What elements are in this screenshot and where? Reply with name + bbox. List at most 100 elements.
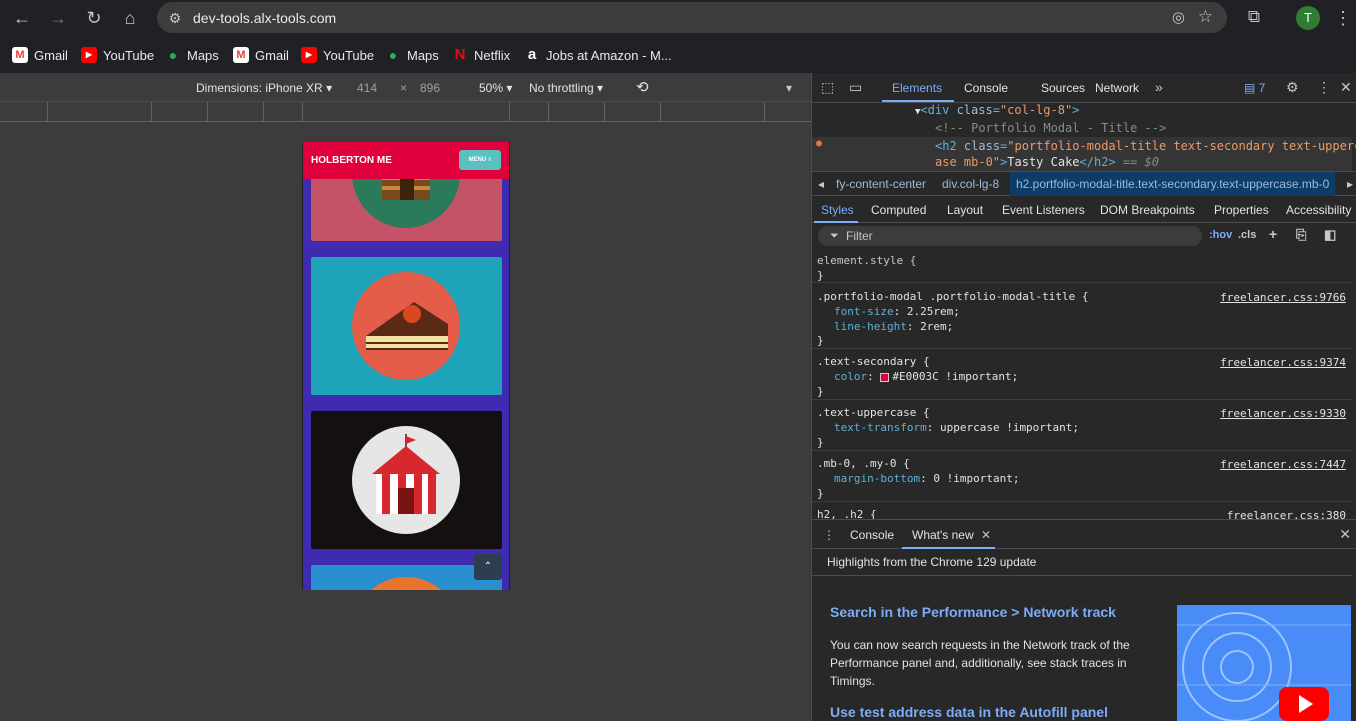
rendering-emulation-icon[interactable]: ⎘: [1296, 227, 1306, 243]
bookmark-maps[interactable]: ● Maps: [165, 46, 219, 64]
rule-mb-0[interactable]: .mb-0, .my-0 { freelancer.css:7447 margi…: [812, 452, 1352, 502]
bookmark-amazon-jobs[interactable]: a Jobs at Amazon - M...: [524, 46, 672, 64]
tab-properties[interactable]: Properties: [1214, 203, 1269, 217]
address-bar[interactable]: ⚙ dev-tools.alx-tools.com ◎ ☆: [157, 2, 1227, 33]
zoom-select[interactable]: 50% ▾: [479, 81, 512, 95]
tab-network[interactable]: Network: [1095, 81, 1139, 95]
styles-filter-input[interactable]: ⏷ Filter: [818, 226, 1202, 246]
tab-console[interactable]: Console: [964, 81, 1008, 95]
menu-button[interactable]: MENU ≡: [459, 150, 501, 170]
css-property[interactable]: margin-bottom: 0 !important;: [834, 472, 1019, 485]
rule-source-link[interactable]: freelancer.css:9374: [1220, 356, 1346, 369]
bookmark-gmail[interactable]: M Gmail: [233, 46, 289, 64]
whats-new-item-title[interactable]: Search in the Performance > Network trac…: [830, 604, 1116, 620]
breadcrumb-item[interactable]: fy-content-center: [836, 177, 926, 191]
tab-computed[interactable]: Computed: [871, 203, 926, 217]
bookmark-star-icon[interactable]: ☆: [1198, 7, 1213, 27]
css-property[interactable]: text-transform: uppercase !important;: [834, 421, 1079, 434]
active-tab-indicator: [882, 100, 954, 102]
bookmarks-bar: M Gmail ▶ YouTube ● Maps M Gmail ▶ YouTube ● M…: [0, 35, 1356, 73]
inspect-element-icon[interactable]: ⬚: [821, 79, 834, 96]
drawer-menu-icon[interactable]: ⋮: [823, 528, 835, 542]
breadcrumb-scroll-left-icon[interactable]: ◂: [818, 177, 824, 191]
tab-sources[interactable]: Sources: [1041, 81, 1085, 95]
site-info-icon[interactable]: ⚙: [165, 8, 185, 28]
scroll-to-top-button[interactable]: ⌃: [474, 554, 502, 580]
rule-h2[interactable]: h2, .h2 { freelancer.css:380: [812, 503, 1352, 519]
tab-elements[interactable]: Elements: [892, 81, 942, 95]
close-tab-icon[interactable]: ✕: [981, 528, 991, 542]
dom-node-h2[interactable]: <h2 class="portfolio-modal-title text-se…: [935, 139, 1356, 153]
devtools-menu-icon[interactable]: ⋮: [1317, 79, 1331, 96]
dom-tree: ▼<div class="col-lg-8"> <!-- Portfolio M…: [812, 103, 1356, 171]
breadcrumb-scroll-right-icon[interactable]: ▸: [1347, 177, 1353, 191]
url-text[interactable]: dev-tools.alx-tools.com: [193, 10, 336, 26]
forward-icon[interactable]: →: [46, 6, 70, 30]
device-height-input[interactable]: 896: [420, 81, 440, 95]
bookmark-gmail[interactable]: M Gmail: [12, 46, 68, 64]
devtools-close-icon[interactable]: ✕: [1340, 79, 1352, 96]
dom-comment[interactable]: <!-- Portfolio Modal - Title -->: [935, 121, 1166, 135]
tab-layout[interactable]: Layout: [947, 203, 983, 217]
css-property[interactable]: color: #E0003C !important;: [834, 370, 1018, 383]
new-rule-icon[interactable]: +: [1269, 226, 1277, 242]
toggle-sidebar-icon[interactable]: ◧: [1324, 227, 1336, 243]
cls-toggle[interactable]: .cls: [1238, 229, 1256, 241]
tab-dom-breakpoints[interactable]: DOM Breakpoints: [1100, 203, 1195, 217]
whats-new-item-title[interactable]: Use test address data in the Autofill pa…: [830, 704, 1108, 720]
brand-logo[interactable]: HOLBERTON ME: [311, 155, 392, 166]
rule-source-link[interactable]: freelancer.css:9330: [1220, 407, 1346, 420]
divider: [812, 575, 1352, 576]
device-dimensions-select[interactable]: Dimensions: iPhone XR ▾: [196, 81, 332, 95]
device-toolbar-more-icon[interactable]: ▾: [786, 81, 792, 95]
throttling-select[interactable]: No throttling ▾: [529, 81, 603, 95]
bookmark-maps[interactable]: ● Maps: [385, 46, 439, 64]
device-width-input[interactable]: 414: [357, 81, 377, 95]
extensions-icon[interactable]: ⧉: [1243, 6, 1265, 28]
css-property[interactable]: font-size: 2.25rem;: [834, 305, 960, 318]
dom-node-h2-cont[interactable]: ase mb-0">Tasty Cake</h2> == $0: [935, 155, 1159, 169]
dom-node-div[interactable]: ▼<div class="col-lg-8">: [915, 103, 1079, 117]
rule-source-link[interactable]: freelancer.css:380: [1227, 509, 1346, 519]
issues-badge[interactable]: ▤ 7: [1244, 81, 1265, 95]
reload-icon[interactable]: ↻: [82, 6, 106, 30]
bookmark-netflix[interactable]: N Netflix: [452, 46, 511, 64]
browser-menu-icon[interactable]: ⋮: [1333, 6, 1353, 30]
hov-toggle[interactable]: :hov: [1209, 229, 1232, 241]
settings-icon[interactable]: ⚙: [1286, 79, 1299, 96]
bookmark-youtube[interactable]: ▶ YouTube: [301, 46, 374, 64]
portfolio-item-cake[interactable]: [311, 257, 502, 395]
tab-event-listeners[interactable]: Event Listeners: [1002, 203, 1085, 217]
whats-new-video-thumbnail[interactable]: [1177, 605, 1351, 721]
dom-close-tag: </h2>: [1079, 155, 1116, 169]
breadcrumb-item[interactable]: div.col-lg-8: [942, 177, 999, 191]
rule-text-uppercase[interactable]: .text-uppercase { freelancer.css:9330 te…: [812, 401, 1352, 451]
portfolio-item-cabin[interactable]: [311, 172, 502, 241]
portfolio-item-circus[interactable]: [311, 411, 502, 549]
maps-icon: ●: [168, 47, 178, 63]
breadcrumb-item-active[interactable]: h2.portfolio-modal-title.text-secondary.…: [1010, 172, 1336, 196]
device-toggle-icon[interactable]: ▭: [849, 79, 862, 96]
color-swatch[interactable]: [880, 372, 890, 382]
property-value: 0 !important;: [933, 472, 1020, 485]
drawer-tab-whats-new[interactable]: What's new: [912, 528, 974, 542]
maps-icon: ●: [388, 47, 398, 63]
drawer-close-icon[interactable]: ✕: [1339, 526, 1351, 543]
home-icon[interactable]: ⌂: [118, 6, 142, 30]
profile-avatar[interactable]: T: [1296, 6, 1320, 30]
tab-styles[interactable]: Styles: [821, 203, 854, 217]
circus-tent-icon: [352, 426, 460, 534]
tab-accessibility[interactable]: Accessibility: [1286, 203, 1351, 217]
eye-off-icon[interactable]: ◎: [1172, 8, 1185, 26]
css-property[interactable]: line-height: 2rem;: [834, 320, 953, 333]
rule-source-link[interactable]: freelancer.css:7447: [1220, 458, 1346, 471]
rotate-icon[interactable]: ⟲: [636, 78, 649, 96]
back-icon[interactable]: ←: [10, 6, 34, 30]
rule-portfolio-modal-title[interactable]: .portfolio-modal .portfolio-modal-title …: [812, 284, 1352, 349]
bookmark-youtube[interactable]: ▶ YouTube: [81, 46, 154, 64]
rule-source-link[interactable]: freelancer.css:9766: [1220, 291, 1346, 304]
drawer-tab-console[interactable]: Console: [850, 528, 894, 542]
more-tabs-icon[interactable]: »: [1155, 79, 1163, 95]
rule-text-secondary[interactable]: .text-secondary { freelancer.css:9374 co…: [812, 350, 1352, 400]
rule-element-style[interactable]: element.style { }: [812, 249, 1352, 283]
